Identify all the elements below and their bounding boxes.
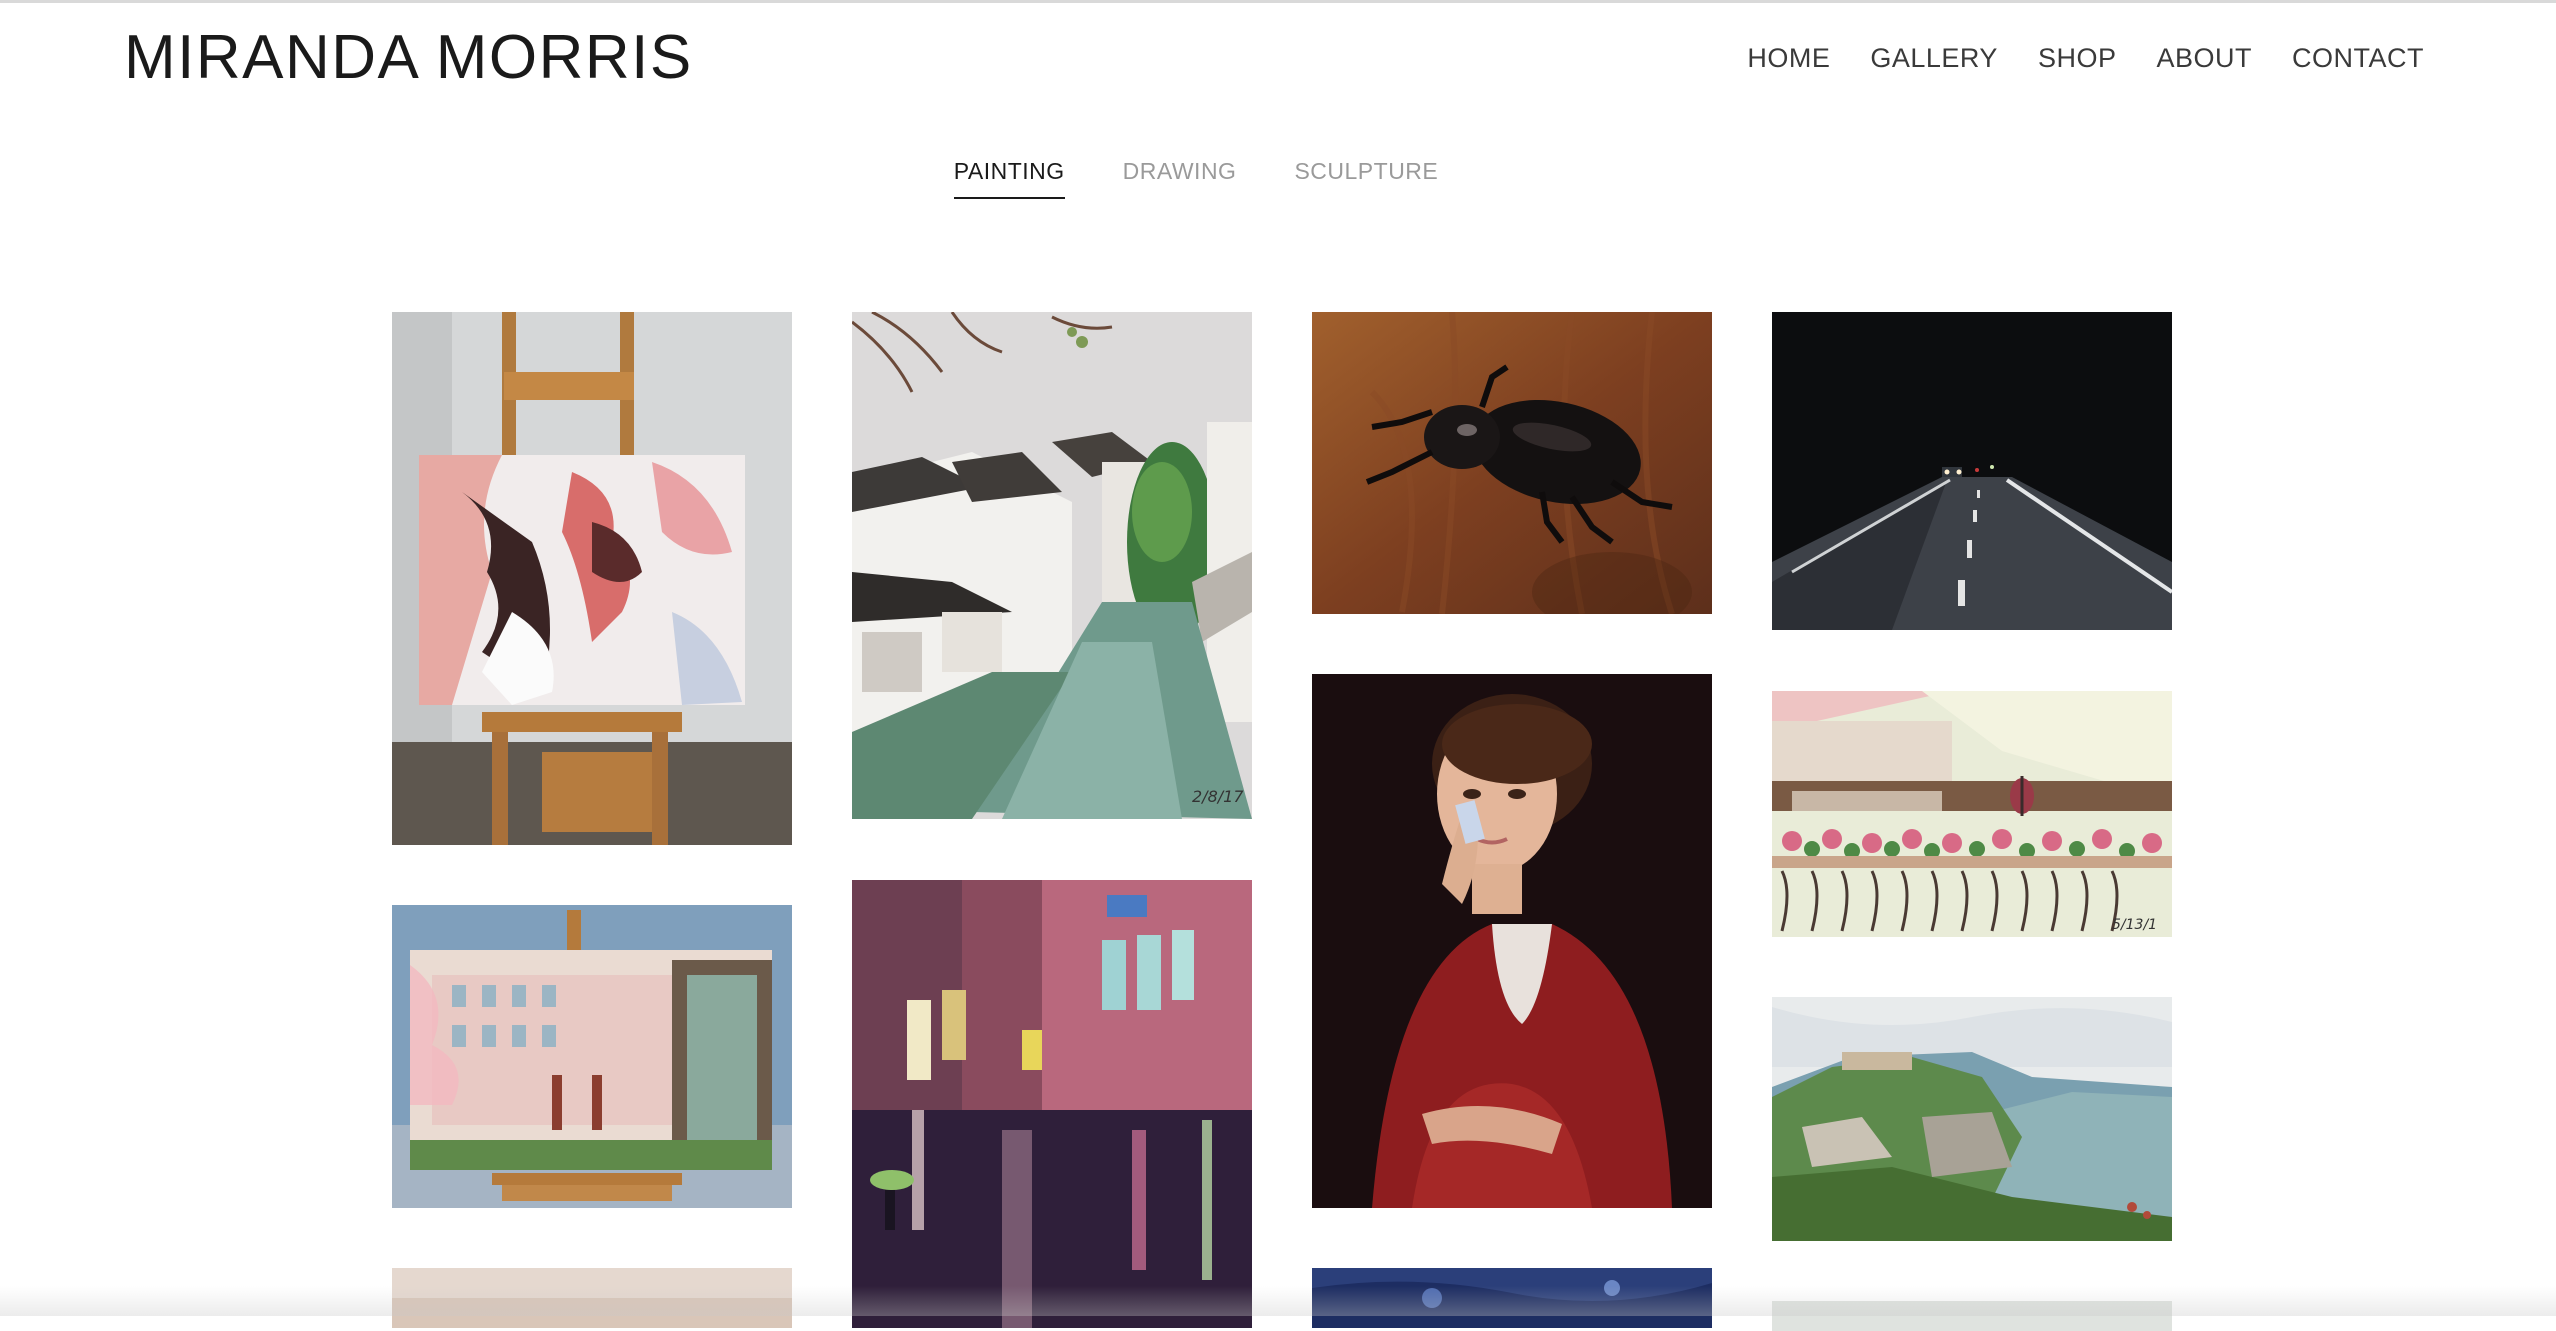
partial-bottom-right-image: [1772, 1301, 2172, 1331]
canal-signature: 2/8/17: [1192, 787, 1244, 806]
hilltop-landscape-image: [1772, 997, 2172, 1241]
painting-blossom-building-on-easel[interactable]: [392, 905, 792, 1208]
painting-flower-balcony[interactable]: 5/13/1: [1772, 691, 2172, 937]
painting-partial-bottom-right[interactable]: [1772, 1301, 2172, 1331]
beetle-image: [1312, 312, 1712, 614]
painting-faces-on-easel[interactable]: [392, 312, 792, 845]
painting-beetle[interactable]: [1312, 312, 1712, 614]
partial-bottom-left-image: [392, 1268, 792, 1328]
painting-rainy-city-street[interactable]: [852, 880, 1252, 1328]
partial-blue-image: [1312, 1268, 1712, 1328]
painting-girl-on-phone-portrait[interactable]: [1312, 674, 1712, 1208]
painting-partial-bottom-left[interactable]: [392, 1268, 792, 1328]
painting-gallery-grid: 2/8/17 5/13/1: [0, 0, 2556, 1331]
girl-on-phone-image: [1312, 674, 1712, 1208]
canal-village-image: 2/8/17: [852, 312, 1252, 819]
balcony-signature: 5/13/1: [2112, 917, 2157, 933]
rainy-city-street-image: [852, 880, 1252, 1328]
painting-canal-village[interactable]: 2/8/17: [852, 312, 1252, 819]
night-road-image: [1772, 312, 2172, 630]
faces-on-easel-image: [392, 312, 792, 845]
painting-partial-blue[interactable]: [1312, 1268, 1712, 1328]
painting-hilltop-landscape[interactable]: [1772, 997, 2172, 1241]
flower-balcony-image: 5/13/1: [1772, 691, 2172, 937]
blossom-building-image: [392, 905, 792, 1208]
painting-night-road[interactable]: [1772, 312, 2172, 630]
